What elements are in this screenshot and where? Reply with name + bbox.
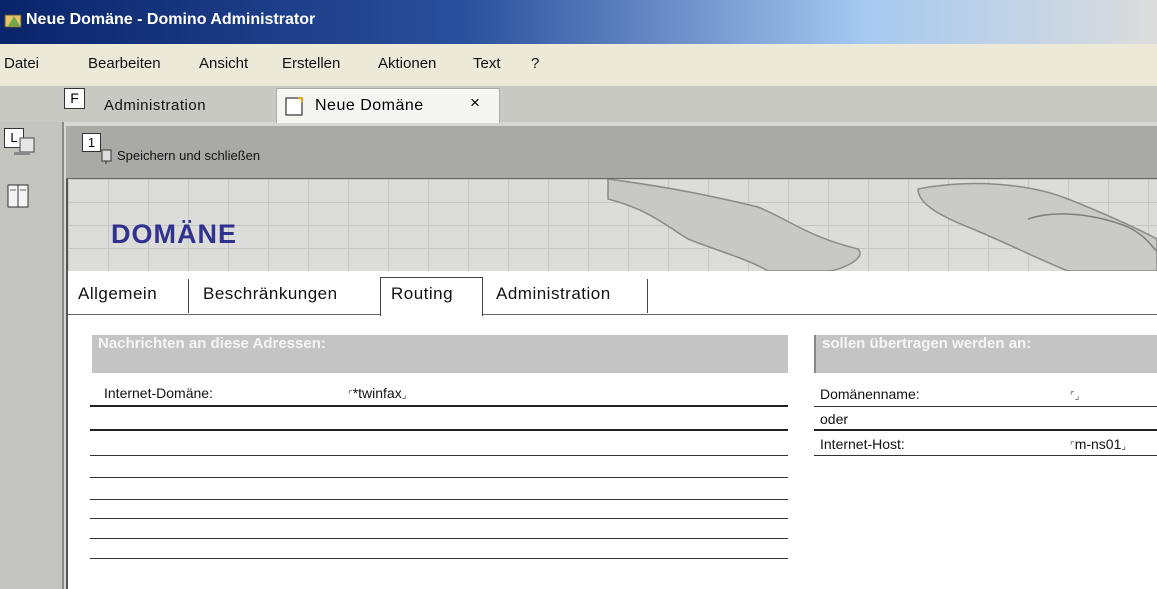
field-close-bracket-icon: ⌟ (1121, 441, 1127, 452)
section-header-transfer: sollen übertragen werden an: (814, 335, 1157, 373)
tab-divider (188, 279, 189, 313)
field-underline (814, 406, 1157, 407)
domain-name-field[interactable]: ⌜⌟ (1070, 386, 1079, 402)
tab-administration-form[interactable]: Administration (496, 284, 611, 304)
close-icon[interactable]: × (470, 93, 480, 113)
internet-domain-field[interactable]: ⌜*twinfax⌟ (348, 385, 406, 401)
bookmark-book-icon[interactable] (6, 182, 32, 210)
field-underline (814, 429, 1157, 431)
internet-host-label: Internet-Host: (820, 436, 905, 452)
menu-ansicht[interactable]: Ansicht (199, 55, 248, 72)
page-title: DOMÄNE (111, 219, 237, 249)
save-and-close-button[interactable]: Speichern und schließen (117, 148, 260, 163)
shortcut-marker-f: F (64, 88, 85, 109)
shortcut-marker-1: 1 (82, 133, 101, 152)
menu-datei[interactable]: Datei (4, 55, 39, 72)
tab-routing[interactable]: Routing (391, 284, 453, 304)
workspace-icon[interactable] (4, 134, 38, 158)
ruled-line (90, 538, 788, 539)
menu-aktionen[interactable]: Aktionen (378, 55, 436, 72)
menu-erstellen[interactable]: Erstellen (282, 55, 340, 72)
section-header-messages: Nachrichten an diese Adressen: (92, 335, 788, 373)
tab-allgemein[interactable]: Allgemein (78, 284, 157, 304)
window-title: Neue Domäne - Domino Administrator (26, 11, 316, 28)
field-close-bracket-icon: ⌟ (1074, 391, 1080, 402)
ruled-line (90, 455, 788, 456)
internet-domain-value: *twinfax (352, 385, 402, 401)
domain-name-label: Domänenname: (820, 386, 920, 402)
menu-help[interactable]: ? (531, 55, 539, 72)
or-label: oder (820, 411, 849, 427)
ruled-line (90, 558, 788, 559)
field-underline (90, 405, 788, 407)
save-close-icon (101, 149, 112, 164)
tab-administration[interactable]: Administration (104, 97, 206, 114)
form-tab-bar: Allgemein Beschränkungen Routing Adminis… (68, 271, 1157, 316)
ruled-line (90, 499, 788, 500)
tab-beschraenkungen[interactable]: Beschränkungen (203, 284, 338, 304)
ruled-line (90, 477, 788, 478)
internet-domain-label: Internet-Domäne: (104, 385, 213, 401)
menu-text[interactable]: Text (473, 55, 501, 72)
domino-admin-icon (4, 14, 22, 28)
tab-neue-domaene-label: Neue Domäne (315, 97, 424, 114)
field-underline (90, 429, 788, 431)
title-bar: Neue Domäne - Domino Administrator (0, 0, 1157, 44)
new-document-icon (285, 96, 304, 116)
left-bookmark-bar: L (0, 122, 64, 589)
internet-host-field[interactable]: ⌜m-ns01⌟ (1070, 436, 1126, 452)
ruled-line (90, 518, 788, 519)
menu-bar: Datei Bearbeiten Ansicht Erstellen Aktio… (0, 44, 1157, 86)
field-underline (814, 455, 1157, 456)
internet-host-value: m-ns01 (1074, 436, 1122, 452)
tab-neue-domaene[interactable]: Neue Domäne × (276, 88, 500, 123)
field-close-bracket-icon: ⌟ (401, 390, 407, 401)
menu-bearbeiten[interactable]: Bearbeiten (88, 55, 161, 72)
tab-divider (647, 279, 648, 313)
